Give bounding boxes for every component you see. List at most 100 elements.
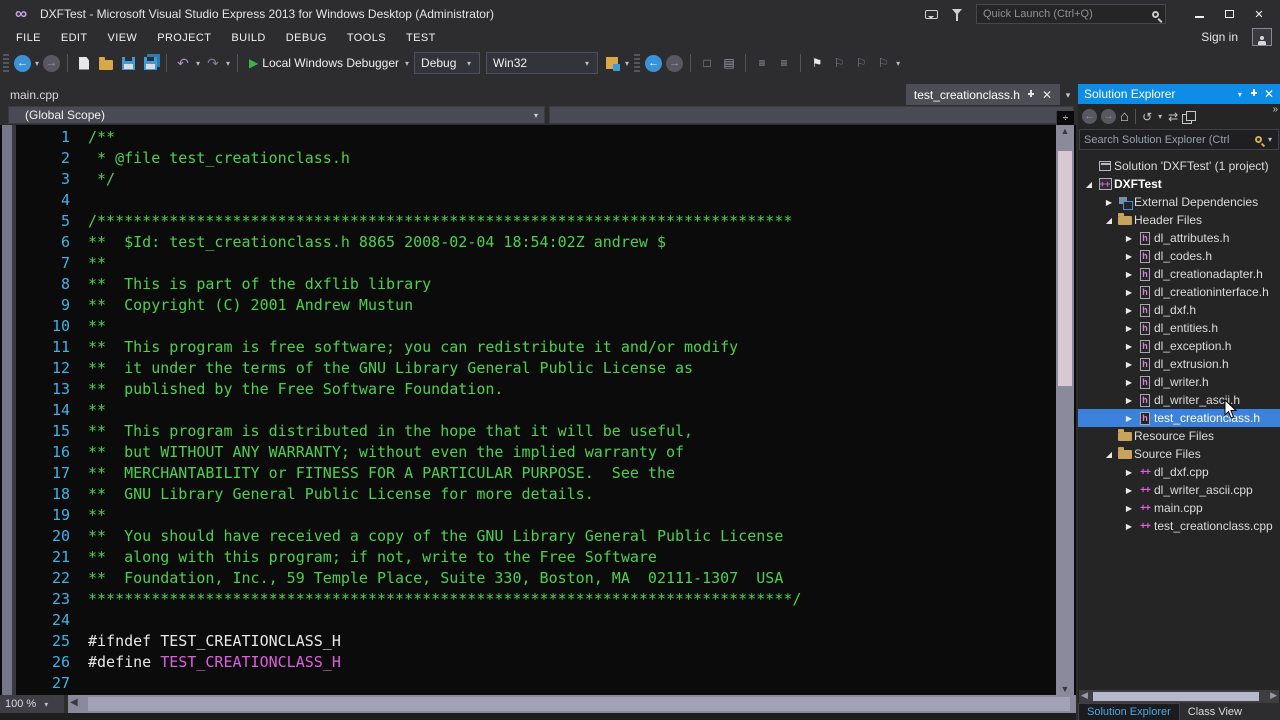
- window-position-dropdown-icon[interactable]: ▾: [1238, 90, 1242, 99]
- tree-item-external-dependencies[interactable]: ▶External Dependencies: [1078, 193, 1280, 211]
- code-line-16[interactable]: 16** but WITHOUT ANY WARRANTY; without e…: [0, 442, 1040, 463]
- display-in-designer-icon[interactable]: □: [698, 55, 716, 72]
- text-navigate-forward-button[interactable]: →: [666, 55, 683, 72]
- code-line-17[interactable]: 17** MERCHANTABILITY or FITNESS FOR A PA…: [0, 463, 1040, 484]
- collapsed-expander-icon[interactable]: ▶: [1122, 270, 1136, 279]
- decrease-indent-icon[interactable]: ≡: [753, 55, 771, 72]
- code-line-9[interactable]: 9** Copyright (C) 2001 Andrew Mustun: [0, 295, 1040, 316]
- code-line-2[interactable]: 2 * @file test_creationclass.h: [0, 148, 1040, 169]
- vertical-scrollbar[interactable]: ÷ ▲ ▼: [1056, 125, 1074, 695]
- tree-item-dl-writer-h[interactable]: ▶hdl_writer.h: [1078, 373, 1280, 391]
- code-line-1[interactable]: 1/**: [0, 127, 1040, 148]
- close-panel-icon[interactable]: ✕: [1264, 87, 1274, 101]
- tab-main-cpp[interactable]: main.cpp: [0, 85, 69, 105]
- collapsed-expander-icon[interactable]: ▶: [1122, 468, 1136, 477]
- tree-item-test-creationclass-h[interactable]: ▶htest_creationclass.h: [1078, 409, 1280, 427]
- code-line-15[interactable]: 15** This program is distributed in the …: [0, 421, 1040, 442]
- collapsed-expander-icon[interactable]: ▶: [1122, 342, 1136, 351]
- collapsed-expander-icon[interactable]: ▶: [1122, 504, 1136, 513]
- menu-project[interactable]: PROJECT: [147, 30, 221, 46]
- tree-item-dl-dxf-h[interactable]: ▶hdl_dxf.h: [1078, 301, 1280, 319]
- collapsed-expander-icon[interactable]: ▶: [1102, 198, 1116, 207]
- code-line-10[interactable]: 10**: [0, 316, 1040, 337]
- tree-item-source-files[interactable]: ◢Source Files: [1078, 445, 1280, 463]
- menu-view[interactable]: VIEW: [98, 30, 148, 46]
- tree-item-dl-attributes-h[interactable]: ▶hdl_attributes.h: [1078, 229, 1280, 247]
- toggle-bookmark-icon[interactable]: ⚑: [808, 55, 826, 72]
- tree-item-resource-files[interactable]: Resource Files: [1078, 427, 1280, 445]
- home-icon[interactable]: ⌂: [1120, 108, 1129, 125]
- code-line-11[interactable]: 11** This program is free software; you …: [0, 337, 1040, 358]
- bottom-tab-solution-explorer[interactable]: Solution Explorer: [1078, 703, 1180, 720]
- save-all-button[interactable]: [141, 55, 159, 72]
- horizontal-scrollbar-thumb[interactable]: [88, 697, 1070, 711]
- tree-item-dxftest[interactable]: ◢++DXFTest: [1078, 175, 1280, 193]
- se-scroll-left-icon[interactable]: ◀: [1081, 690, 1088, 701]
- text-navigate-back-button[interactable]: ←: [645, 55, 662, 72]
- collapsed-expander-icon[interactable]: ▶: [1122, 306, 1136, 315]
- code-line-13[interactable]: 13** published by the Free Software Foun…: [0, 379, 1040, 400]
- maximize-button[interactable]: [1216, 4, 1242, 24]
- navigate-forward-button[interactable]: →: [43, 55, 60, 72]
- sync-with-active-document-icon[interactable]: ⇄: [1168, 110, 1178, 124]
- toolbar-grip-2[interactable]: [634, 54, 640, 72]
- tree-item-dl-creationadapter-h[interactable]: ▶hdl_creationadapter.h: [1078, 265, 1280, 283]
- collapsed-expander-icon[interactable]: ▶: [1122, 324, 1136, 333]
- collapsed-expander-icon[interactable]: ▶: [1122, 360, 1136, 369]
- code-line-20[interactable]: 20** You should have received a copy of …: [0, 526, 1040, 547]
- expanded-expander-icon[interactable]: ◢: [1102, 216, 1116, 225]
- solution-explorer-search-input[interactable]: Search Solution Explorer (Ctrl ▾: [1079, 129, 1279, 150]
- undo-button[interactable]: ↶: [174, 55, 192, 72]
- new-file-button[interactable]: [75, 55, 93, 72]
- clear-bookmarks-icon[interactable]: ⚐: [874, 55, 892, 72]
- code-line-21[interactable]: 21** along with this program; if not, wr…: [0, 547, 1040, 568]
- bottom-tab-class-view[interactable]: Class View: [1180, 703, 1250, 720]
- solution-configuration-select[interactable]: Debug ▾: [414, 52, 480, 74]
- tree-item-dl-codes-h[interactable]: ▶hdl_codes.h: [1078, 247, 1280, 265]
- menu-file[interactable]: FILE: [6, 30, 51, 46]
- previous-bookmark-icon[interactable]: ⚐: [830, 55, 848, 72]
- quick-launch-input[interactable]: Quick Launch (Ctrl+Q): [976, 4, 1166, 24]
- code-line-7[interactable]: 7**: [0, 253, 1040, 274]
- tree-item-dl-extrusion-h[interactable]: ▶hdl_extrusion.h: [1078, 355, 1280, 373]
- menu-debug[interactable]: DEBUG: [276, 30, 337, 46]
- code-line-5[interactable]: 5/**************************************…: [0, 211, 1040, 232]
- code-line-3[interactable]: 3 */: [0, 169, 1040, 190]
- scroll-left-icon[interactable]: ◀: [70, 697, 78, 708]
- collapsed-expander-icon[interactable]: ▶: [1122, 378, 1136, 387]
- debugger-dropdown-icon[interactable]: ▾: [405, 59, 409, 68]
- collapsed-expander-icon[interactable]: ▶: [1122, 486, 1136, 495]
- attach-to-process-button[interactable]: [603, 55, 621, 72]
- expanded-expander-icon[interactable]: ◢: [1082, 180, 1096, 189]
- scroll-up-icon[interactable]: ▲: [1056, 126, 1074, 136]
- increase-indent-icon[interactable]: ≡: [775, 55, 793, 72]
- tree-item-dl-creationinterface-h[interactable]: ▶hdl_creationinterface.h: [1078, 283, 1280, 301]
- tree-item-main-cpp[interactable]: ▶++main.cpp: [1078, 499, 1280, 517]
- code-editor[interactable]: 1/**2 * @file test_creationclass.h3 */45…: [0, 125, 1076, 695]
- split-window-handle[interactable]: ÷: [1056, 111, 1074, 125]
- display-code-icon[interactable]: ▤: [720, 55, 738, 72]
- close-button[interactable]: ✕: [1246, 4, 1272, 24]
- code-line-27[interactable]: 27: [0, 673, 1040, 694]
- se-scroll-right-icon[interactable]: ▶: [1270, 690, 1277, 701]
- sign-in-link[interactable]: Sign in: [1201, 30, 1238, 44]
- toolbar-overflow-icon[interactable]: ▾: [625, 59, 629, 68]
- start-debug-icon[interactable]: ▶: [249, 56, 258, 70]
- code-line-4[interactable]: 4: [0, 190, 1040, 211]
- tree-item-dl-writer-ascii-cpp[interactable]: ▶++dl_writer_ascii.cpp: [1078, 481, 1280, 499]
- scope-combo[interactable]: (Global Scope) ▾: [8, 106, 545, 124]
- tree-item-dl-entities-h[interactable]: ▶hdl_entities.h: [1078, 319, 1280, 337]
- code-line-18[interactable]: 18** GNU Library General Public License …: [0, 484, 1040, 505]
- code-line-23[interactable]: 23**************************************…: [0, 589, 1040, 610]
- code-line-24[interactable]: 24: [0, 610, 1040, 631]
- undo-dropdown-icon[interactable]: ▾: [196, 59, 200, 68]
- collapsed-expander-icon[interactable]: ▶: [1122, 414, 1136, 423]
- member-combo[interactable]: ▾: [549, 106, 1074, 124]
- solution-platform-select[interactable]: Win32 ▾: [486, 52, 598, 74]
- collapsed-expander-icon[interactable]: ▶: [1122, 288, 1136, 297]
- debugger-target-label[interactable]: Local Windows Debugger: [262, 56, 399, 70]
- redo-dropdown-icon[interactable]: ▾: [226, 59, 230, 68]
- tree-item-dl-writer-ascii-h[interactable]: ▶hdl_writer_ascii.h: [1078, 391, 1280, 409]
- tree-item-header-files[interactable]: ◢Header Files: [1078, 211, 1280, 229]
- solution-explorer-header[interactable]: Solution Explorer ▾ ✕: [1078, 84, 1280, 104]
